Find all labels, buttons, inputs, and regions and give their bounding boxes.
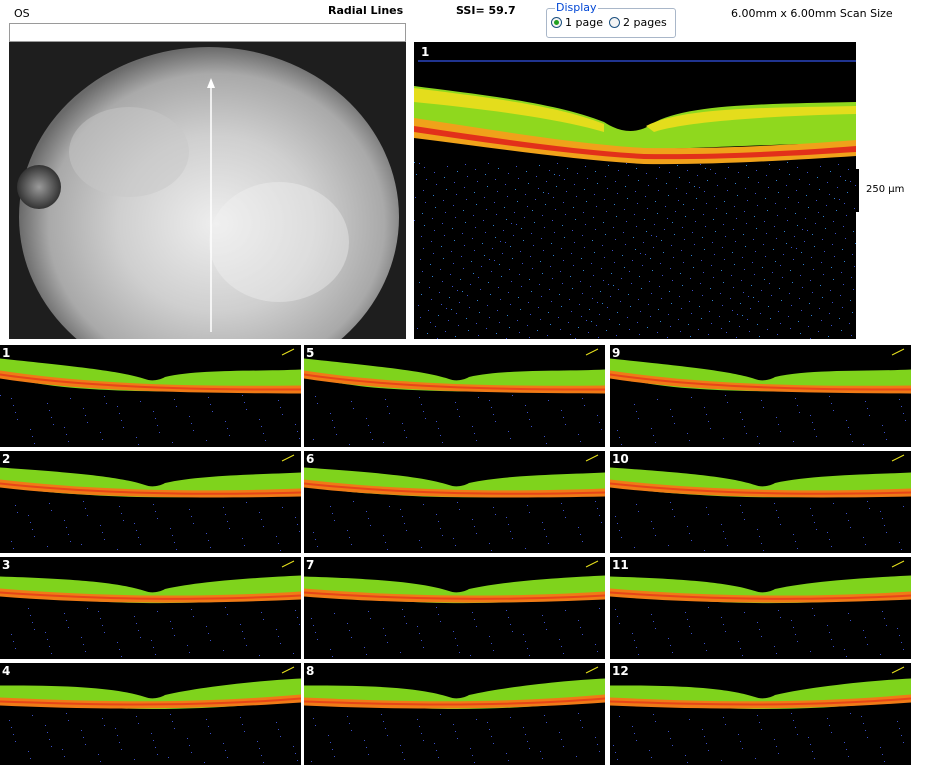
thumbnail-number: 3 [2, 558, 11, 572]
scale-bar-label: 250 µm [866, 184, 905, 195]
thumbnail-number: 10 [612, 452, 629, 466]
eye-label: OS [14, 7, 30, 20]
thumbnail-bscan-image [304, 663, 605, 765]
display-2-pages-radio[interactable]: 2 pages [609, 16, 667, 29]
thumbnail-bscan[interactable]: 3 [0, 557, 301, 659]
thumbnail-bscan-image [0, 345, 301, 447]
thumbnail-bscan-image [0, 557, 301, 659]
thumbnail-bscan-image [610, 663, 911, 765]
thumbnail-number: 12 [612, 664, 629, 678]
main-bscan-image [414, 42, 856, 339]
thumbnail-number: 8 [306, 664, 315, 678]
thumbnail-number: 5 [306, 346, 315, 360]
thumbnail-number: 9 [612, 346, 621, 360]
thumbnail-number: 7 [306, 558, 315, 572]
ssi-value: SSI= 59.7 [456, 4, 516, 17]
radio-unselected-icon[interactable] [609, 17, 620, 28]
radio-label: 2 pages [623, 16, 667, 29]
thumbnail-number: 11 [612, 558, 629, 572]
scan-pattern-label: Radial Lines [328, 4, 404, 17]
thumbnail-number: 1 [2, 346, 11, 360]
thumbnail-bscan[interactable]: 5 [304, 345, 605, 447]
main-bscan[interactable]: 1 [414, 42, 856, 339]
thumbnail-bscan-image [304, 345, 605, 447]
thumbnail-bscan[interactable]: 2 [0, 451, 301, 553]
thumbnail-bscan[interactable]: 1 [0, 345, 301, 447]
thumbnail-bscan-image [610, 557, 911, 659]
display-1-page-radio[interactable]: 1 page [551, 16, 603, 29]
thumbnail-bscan[interactable]: 11 [610, 557, 911, 659]
radio-label: 1 page [565, 16, 603, 29]
thumbnail-number: 2 [2, 452, 11, 466]
thumbnail-bscan[interactable]: 12 [610, 663, 911, 765]
thumbnail-bscan[interactable]: 9 [610, 345, 911, 447]
thumbnail-bscan[interactable]: 6 [304, 451, 605, 553]
thumbnail-bscan-image [304, 451, 605, 553]
thumbnail-bscan[interactable]: 8 [304, 663, 605, 765]
thumbnail-bscan-image [0, 451, 301, 553]
thumbnail-number: 6 [306, 452, 315, 466]
main-bscan-number: 1 [421, 45, 430, 59]
thumbnail-bscan[interactable]: 7 [304, 557, 605, 659]
scan-size-label: 6.00mm x 6.00mm Scan Size [731, 7, 893, 20]
thumbnail-number: 4 [2, 664, 11, 678]
radio-selected-icon[interactable] [551, 17, 562, 28]
thumbnail-bscan-image [0, 663, 301, 765]
fundus-image[interactable] [9, 42, 406, 339]
thumbnail-bscan[interactable]: 4 [0, 663, 301, 765]
thumbnail-bscan-image [610, 345, 911, 447]
scale-bar [856, 169, 859, 212]
display-group: Display 1 page 2 pages [546, 1, 676, 38]
thumbnail-bscan-image [304, 557, 605, 659]
thumbnail-bscan-image [610, 451, 911, 553]
thumbnail-bscan[interactable]: 10 [610, 451, 911, 553]
display-legend: Display [555, 1, 598, 14]
fundus-toolbar-strip [9, 23, 406, 42]
